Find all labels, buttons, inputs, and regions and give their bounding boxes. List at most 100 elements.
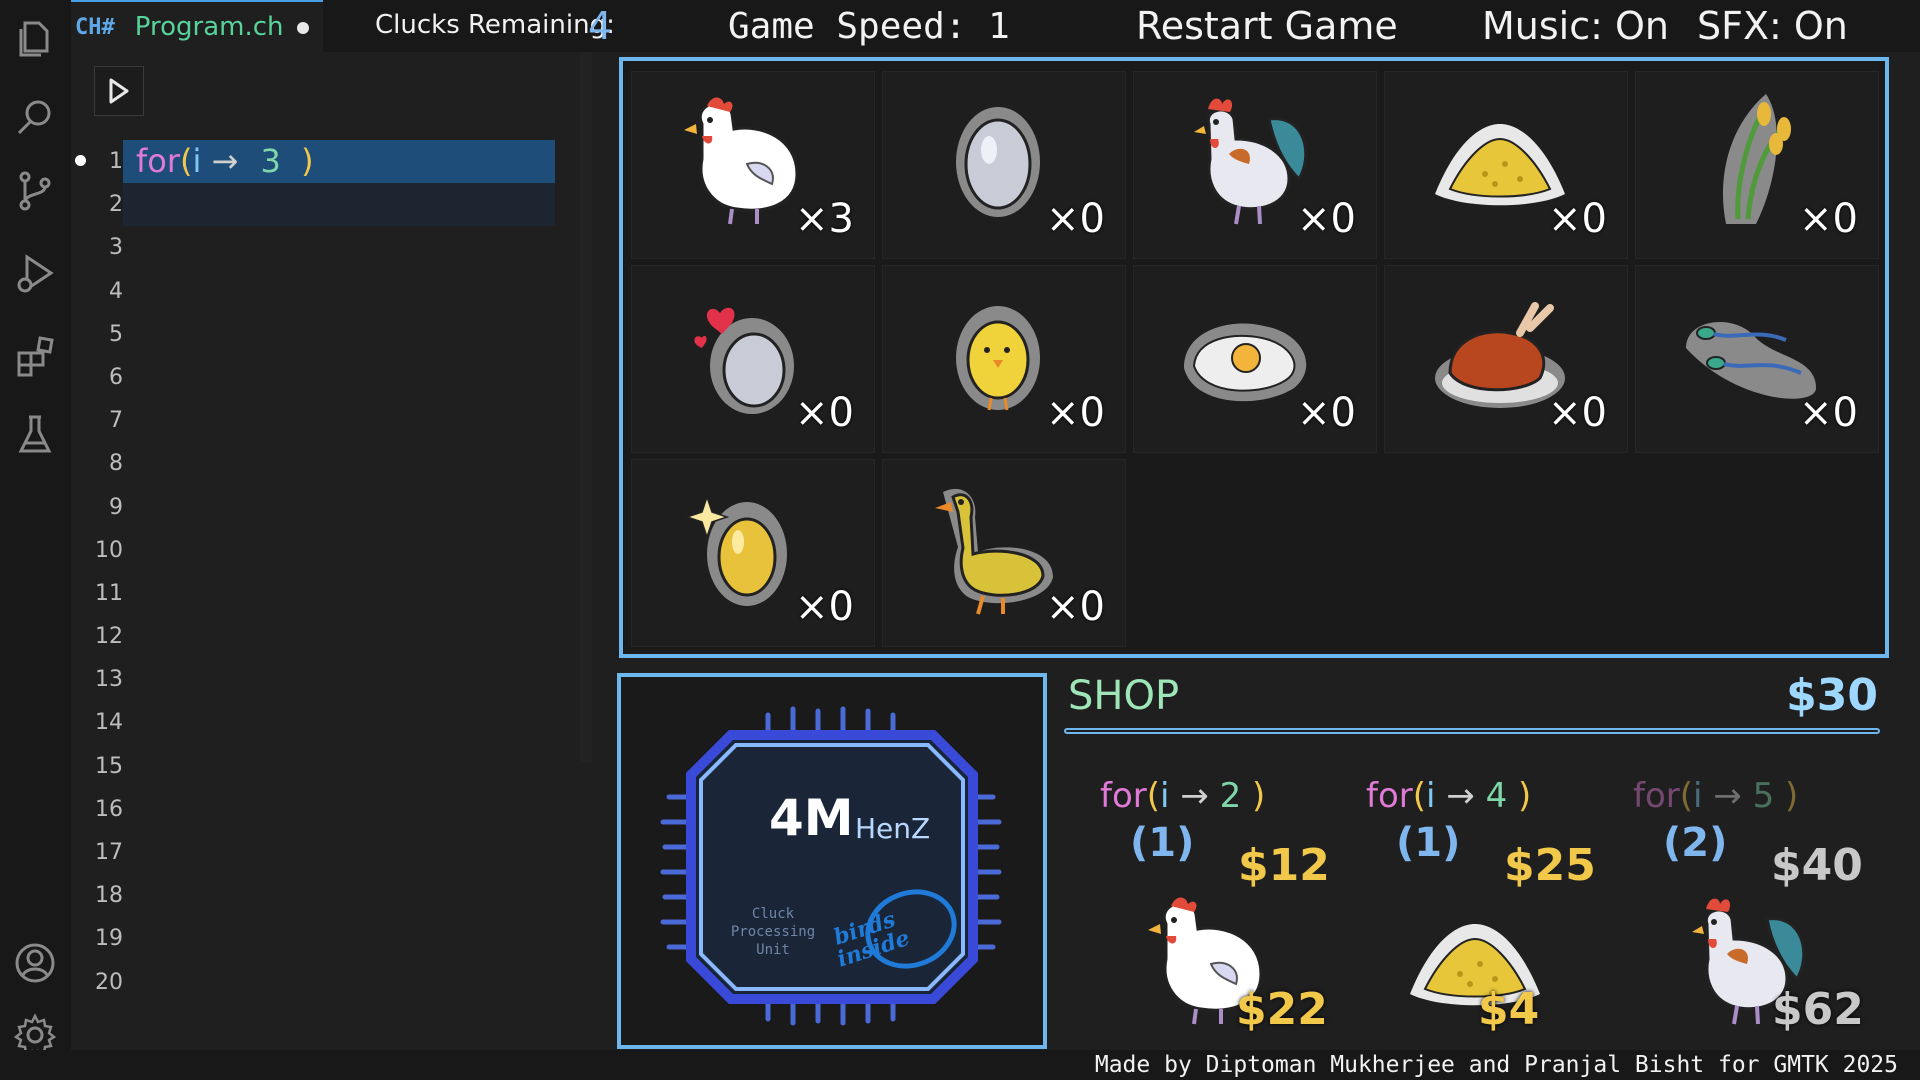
line-number: 7 <box>109 408 123 434</box>
item-price: $62 <box>1772 984 1864 1035</box>
inventory-slot[interactable]: ×0 <box>882 265 1126 453</box>
line-number: 4 <box>109 278 123 304</box>
item-count: ×0 <box>795 584 854 630</box>
cpu-panel: 4M HenZ Cluck Processing Unit birds insi… <box>617 673 1047 1049</box>
shop-divider <box>1064 728 1880 734</box>
code-close-paren: ) <box>1518 776 1532 816</box>
line-number: 10 <box>95 537 123 563</box>
account-icon[interactable] <box>12 940 58 986</box>
upgrade-quantity: (1) <box>1130 820 1195 866</box>
line-number: 17 <box>95 840 123 865</box>
run-debug-icon[interactable] <box>12 250 58 296</box>
line-number: 16 <box>95 796 123 822</box>
inventory-slot[interactable]: ×0 <box>1384 71 1628 259</box>
code-keyword: for <box>1366 776 1413 816</box>
code-number: 3 <box>260 142 281 180</box>
item-count: ×0 <box>795 390 854 436</box>
inventory-slot[interactable]: ×0 <box>1133 265 1377 453</box>
inventory-slot[interactable]: ×3 <box>631 71 875 259</box>
clucks-remaining-value: 4 <box>588 4 613 48</box>
item-count: ×0 <box>1297 390 1356 436</box>
extensions-icon[interactable] <box>12 334 58 380</box>
inventory-slot[interactable]: ×0 <box>882 71 1126 259</box>
line-number: 12 <box>95 624 123 650</box>
tab-filename: Program.ch <box>134 12 284 42</box>
code-arrow: → <box>211 142 239 180</box>
restart-game-button[interactable]: Restart Game <box>1136 4 1398 48</box>
game-speed-button[interactable]: Game Speed: 1 <box>728 6 1010 47</box>
code-keyword: for <box>1633 776 1680 816</box>
line-number: 15 <box>95 753 123 779</box>
line-number: 1 <box>109 149 123 174</box>
item-price: $22 <box>1236 984 1328 1035</box>
line-number: 13 <box>95 667 123 693</box>
code-open-paren: ( <box>1412 776 1427 816</box>
line-number: 3 <box>109 235 123 261</box>
cpu-subtitle-line: Cluck <box>751 906 795 922</box>
item-price: $4 <box>1478 984 1540 1035</box>
credits-text: Made by Diptoman Mukherjee and Pranjal B… <box>1094 1052 1898 1078</box>
code-number: 5 <box>1752 776 1775 816</box>
code-variable: i <box>1160 776 1170 816</box>
code-close-paren: ) <box>301 142 314 180</box>
code-variable: i <box>192 142 202 180</box>
shop-title: SHOP <box>1068 673 1180 719</box>
inventory-slot[interactable]: ×0 <box>1635 71 1879 259</box>
item-count: ×0 <box>1046 196 1105 242</box>
shop-buy-item[interactable]: $22 <box>1136 884 1328 1038</box>
upgrade-code: for(i → 5 ) <box>1633 776 1798 816</box>
search-icon[interactable] <box>12 94 58 140</box>
code-open-paren: ( <box>180 142 193 180</box>
code-keyword: for <box>1100 776 1147 816</box>
inventory-slot[interactable]: ×0 <box>1384 265 1628 453</box>
line-number: 2 <box>109 192 123 218</box>
code-variable: i <box>1426 776 1436 816</box>
upgrade-quantity: (2) <box>1663 820 1728 866</box>
line-number: 19 <box>95 926 123 952</box>
inventory-panel: ×3 ×0 ×0 ×0 ×0 ×0 ×0 ×0 ×0 ×0 ×0 ×0 <box>619 57 1889 658</box>
editor-scrollbar[interactable] <box>580 52 592 762</box>
clucks-remaining-label: Clucks Remaining: <box>375 10 615 40</box>
shop-buy-item[interactable]: $62 <box>1672 884 1864 1038</box>
line-number: 11 <box>95 580 123 606</box>
upgrade-code: for(i → 4 ) <box>1366 776 1531 816</box>
unsaved-dot-icon <box>297 22 309 34</box>
tab-program-file[interactable]: CH# Program.ch <box>71 0 323 52</box>
item-count: ×0 <box>1548 196 1607 242</box>
language-icon: CH# <box>75 14 115 40</box>
upgrade-code: for(i → 2 ) <box>1100 776 1265 816</box>
code-number: 2 <box>1219 776 1242 816</box>
code-close-paren: ) <box>1785 776 1799 816</box>
inventory-slot[interactable]: ×0 <box>631 265 875 453</box>
code-keyword: for <box>136 142 180 180</box>
code-number: 4 <box>1485 776 1508 816</box>
shop-buy-item[interactable]: $4 <box>1400 884 1550 1038</box>
music-toggle-button[interactable]: Music: On <box>1482 4 1669 48</box>
files-icon[interactable] <box>12 14 58 60</box>
code-line-1[interactable]: for(i → 3 ) <box>136 140 314 183</box>
inventory-slot[interactable]: ×0 <box>1133 71 1377 259</box>
line-number: 8 <box>109 451 123 477</box>
item-count: ×0 <box>1548 390 1607 436</box>
item-count: ×0 <box>1799 390 1858 436</box>
code-close-paren: ) <box>1252 776 1266 816</box>
line-number: 14 <box>95 710 123 736</box>
cpu-speed-unit: HenZ <box>855 812 931 845</box>
run-button[interactable] <box>94 66 144 116</box>
money-display: $30 <box>1786 670 1878 721</box>
code-variable: i <box>1693 776 1703 816</box>
inventory-slot[interactable]: ×0 <box>882 459 1126 647</box>
code-open-paren: ( <box>1679 776 1694 816</box>
code-arrow: → <box>1180 776 1209 816</box>
testing-flask-icon[interactable] <box>12 412 58 458</box>
inventory-slot[interactable]: ×0 <box>1635 265 1879 453</box>
code-arrow: → <box>1446 776 1475 816</box>
item-count: ×0 <box>1297 196 1356 242</box>
line-number: 18 <box>95 883 123 909</box>
source-control-icon[interactable] <box>12 168 58 214</box>
line-2-highlight <box>123 183 555 226</box>
line-number: 20 <box>95 969 123 995</box>
inventory-slot[interactable]: ×0 <box>631 459 875 647</box>
sfx-toggle-button[interactable]: SFX: On <box>1697 4 1848 48</box>
item-count: ×0 <box>1799 196 1858 242</box>
